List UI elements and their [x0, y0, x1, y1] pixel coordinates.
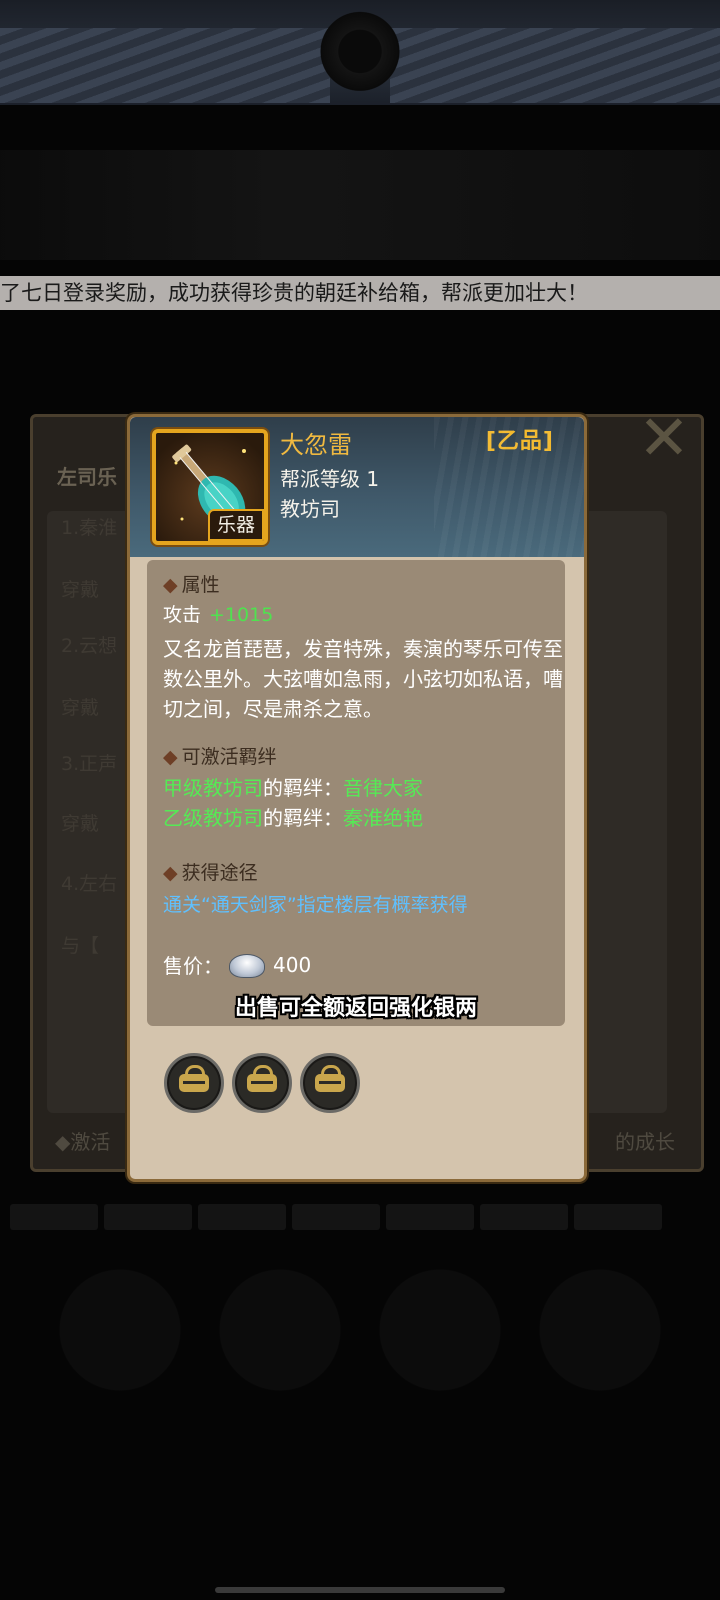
price-label: 售价：: [163, 954, 223, 978]
bg-tab: [480, 1204, 568, 1230]
bond-name: 秦淮绝艳: [343, 806, 423, 830]
bg-row: 与【: [61, 935, 100, 957]
bg-row: 4.左右: [61, 873, 118, 895]
section-label: 获得途径: [181, 862, 258, 884]
diamond-bullet-icon: ◆: [163, 746, 178, 768]
item-category: 教坊司: [280, 497, 340, 521]
item-level: 帮派等级 1: [280, 467, 380, 491]
popup-header: 乐器 大忽雷 [乙品] 帮派等级 1 教坊司: [130, 417, 584, 557]
locked-slot[interactable]: [300, 1053, 360, 1113]
bond-line: 甲级教坊司的羁绊：音律大家: [163, 772, 423, 801]
bg-tab: [386, 1204, 474, 1230]
section-acquire-title: ◆ 获得途径: [163, 858, 258, 885]
bg-footer-left: ◆激活: [55, 1130, 111, 1154]
bg-row: 穿戴: [61, 697, 100, 719]
home-indicator[interactable]: [215, 1587, 505, 1593]
section-label: 可激活羁绊: [181, 746, 277, 768]
bg-tab: [104, 1204, 192, 1230]
bond-mid: 的羁绊：: [263, 776, 343, 800]
price-value: 400: [273, 952, 312, 977]
bond-source: 甲级教坊司: [163, 776, 263, 800]
item-info-box: ◆ 属性 攻击 +1015 又名龙首琵琶，发音特殊，奏演的琴乐可传至数公里外。大弦嘈…: [147, 560, 565, 1026]
marquee-text: 了七日登录奖励，成功获得珍贵的朝廷补给箱，帮派更加壮大！: [0, 281, 588, 305]
locked-slot[interactable]: [164, 1053, 224, 1113]
stat-name: 攻击: [163, 604, 202, 626]
bond-line: 乙级教坊司的羁绊：秦淮绝艳: [163, 802, 423, 831]
bg-row: 穿戴: [61, 579, 100, 601]
acquire-source-link[interactable]: 通关“通天剑冢”指定楼层有概率获得: [163, 890, 468, 917]
section-label: 属性: [181, 574, 220, 596]
bg-footer-right: 的成长: [615, 1130, 675, 1154]
background-bottom-buttons: [0, 1250, 720, 1580]
section-bonds-title: ◆ 可激活羁绊: [163, 742, 277, 769]
item-icon-frame: 乐器: [152, 429, 268, 545]
lock-icon: [179, 1065, 209, 1092]
item-quality-badge: [乙品]: [485, 429, 554, 454]
sell-price: 售价： 400: [163, 950, 311, 979]
diamond-bullet-icon: ◆: [163, 862, 178, 884]
background-tabbar: [0, 1200, 720, 1236]
item-detail-popup: 乐器 大忽雷 [乙品] 帮派等级 1 教坊司 ◆ 属性 攻击 +1015 又名龙首琵…: [127, 414, 587, 1182]
announcement-marquee: 了七日登录奖励，成功获得珍贵的朝廷补给箱，帮派更加壮大！: [0, 276, 720, 310]
roof-left: [0, 28, 330, 103]
bg-row: 穿戴: [61, 813, 100, 835]
bg-row: 2.云想: [61, 635, 118, 657]
lock-icon: [247, 1065, 277, 1092]
silver-ingot-icon: [229, 953, 265, 978]
locked-slot[interactable]: [232, 1053, 292, 1113]
bg-row: 1.秦淮: [61, 517, 118, 539]
lock-icon: [315, 1065, 345, 1092]
attribute-line: 攻击 +1015: [163, 600, 273, 627]
top-roof-banner: [0, 0, 720, 105]
bond-mid: 的羁绊：: [263, 806, 343, 830]
item-description: 又名龙首琵琶，发音特殊，奏演的琴乐可传至数公里外。大弦嘈如急雨，小弦切如私语，嘈…: [163, 637, 563, 721]
section-attributes-title: ◆ 属性: [163, 570, 220, 597]
bg-tab: [10, 1204, 98, 1230]
bg-tab: [574, 1204, 662, 1230]
close-icon[interactable]: ✕: [628, 407, 700, 469]
bg-tab: [292, 1204, 380, 1230]
bond-source: 乙级教坊司: [163, 806, 263, 830]
sell-refund-note: 出售可全额返回强化银两: [234, 996, 477, 1021]
diamond-bullet-icon: ◆: [163, 574, 178, 596]
background-panel-title: 左司乐: [57, 465, 117, 489]
gem-slots: [164, 1053, 360, 1113]
roof-right: [390, 28, 720, 103]
item-type-tag: 乐器: [208, 509, 264, 541]
stat-value: +1015: [209, 604, 274, 626]
bond-name: 音律大家: [343, 776, 423, 800]
bg-tab: [198, 1204, 286, 1230]
cloud-ornament-icon: [310, 10, 410, 102]
bg-row: 3.正声: [61, 753, 118, 775]
stats-band: [0, 150, 720, 260]
item-name: 大忽雷: [280, 431, 352, 459]
